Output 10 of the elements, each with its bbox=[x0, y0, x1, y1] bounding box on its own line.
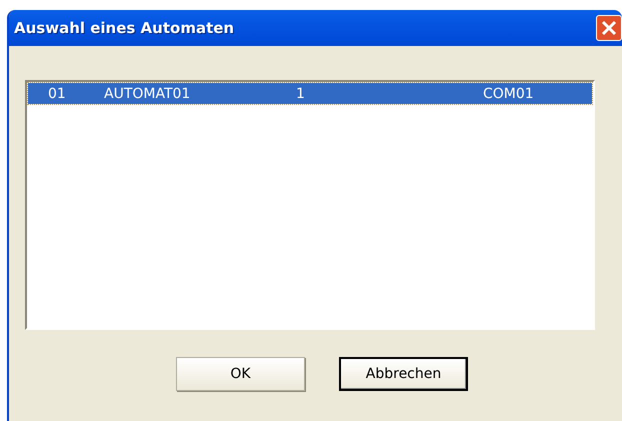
ok-button[interactable]: OK bbox=[176, 357, 305, 391]
list-cell-text: 1 bbox=[296, 86, 306, 102]
window-title: Auswahl eines Automaten bbox=[14, 19, 236, 37]
list-cell-text: AUTOMAT01 bbox=[104, 86, 192, 102]
list-cell-text: 01 bbox=[48, 86, 67, 102]
close-button[interactable] bbox=[596, 15, 622, 41]
cancel-button[interactable]: Abbrechen bbox=[339, 357, 468, 391]
list-row[interactable]: 01 AUTOMAT01 1 COM01 bbox=[28, 83, 592, 104]
close-icon bbox=[601, 20, 617, 36]
list-cell-text: COM01 bbox=[483, 86, 535, 102]
